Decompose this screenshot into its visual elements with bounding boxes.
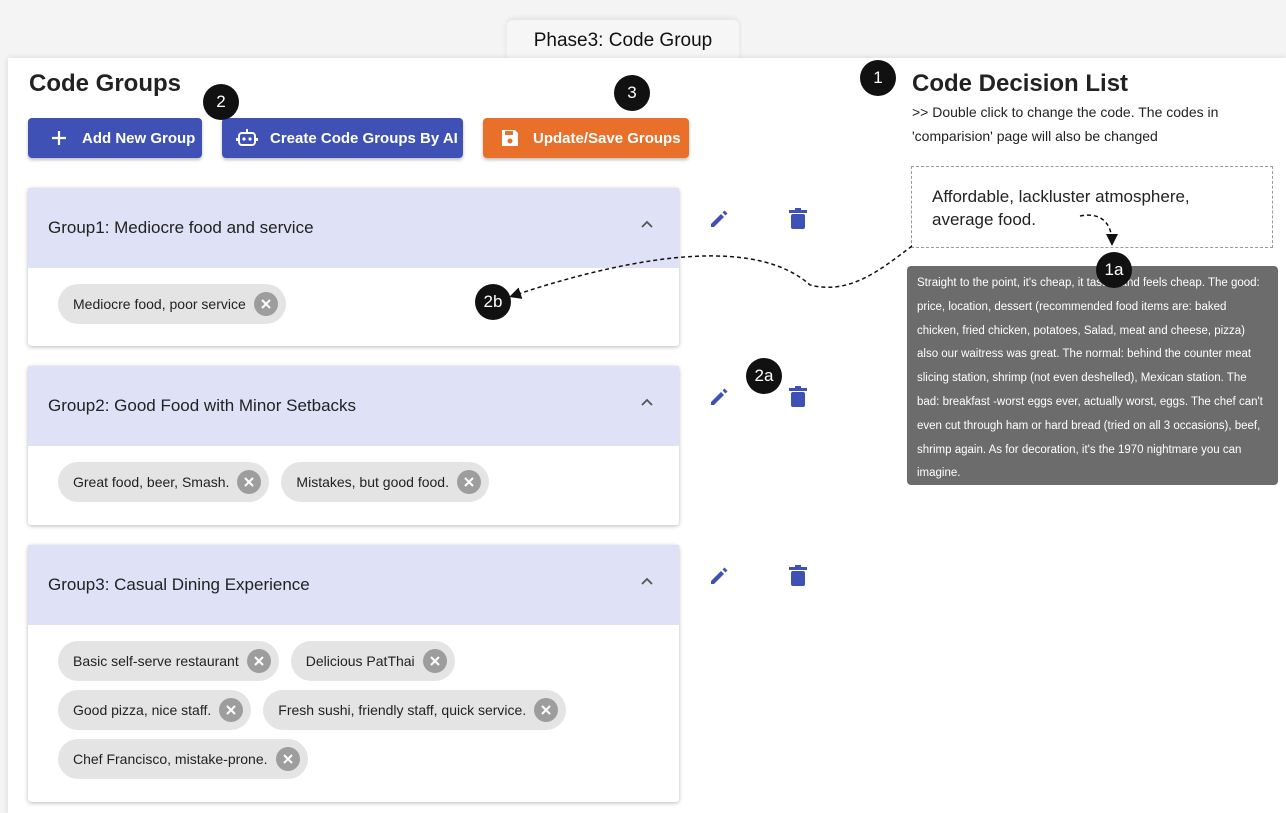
group-title-3: Group3: Casual Dining Experience [48,575,310,594]
plus-icon [48,127,70,149]
robot-icon [236,127,258,149]
code-groups-title: Code Groups [29,70,182,97]
code-chip[interactable]: Delicious PatThai [290,641,455,681]
edit-icon[interactable] [707,207,731,231]
chip-label: Chef Francisco, mistake-prone. [73,751,268,767]
chip-label: Basic self-serve restaurant [73,653,239,669]
annotation-badge-1a: 1a [1096,252,1132,288]
save-icon [499,127,521,149]
code-chip[interactable]: Basic self-serve restaurant [58,641,279,681]
chip-remove-icon[interactable] [422,649,447,673]
code-chip[interactable]: Fresh sushi, friendly staff, quick servi… [263,690,567,730]
create-code-groups-ai-button[interactable]: Create Code Groups By AI [222,118,463,158]
update-save-groups-button[interactable]: Update/Save Groups [483,118,689,158]
code-chip[interactable]: Mistakes, but good food. [281,462,489,502]
chip-label: Great food, beer, Smash. [73,474,230,490]
group-title-1: Group1: Mediocre food and service [48,218,314,237]
tab-phase3[interactable]: Phase3: Code Group [507,20,739,62]
chip-remove-icon[interactable] [456,470,481,494]
group-card-1: Group1: Mediocre food and service Medioc… [28,188,679,346]
code-chip[interactable]: Chef Francisco, mistake-prone. [58,739,308,779]
add-new-group-label: Add New Group [82,129,196,147]
code-chip[interactable]: Good pizza, nice staff. [58,690,252,730]
review-tooltip: Straight to the point, it's cheap, it ta… [907,266,1278,485]
code-decision-list-title: Code Decision List [912,70,1129,97]
delete-icon[interactable] [786,385,810,409]
decision-code-text: Affordable, lackluster atmosphere, avera… [932,187,1190,229]
chip-label: Good pizza, nice staff. [73,702,212,718]
phase-tab-label: Phase3: Code Group [533,30,713,51]
annotation-badge-3: 3 [614,75,650,111]
group-card-2: Group2: Good Food with Minor Setbacks Gr… [28,366,679,525]
add-new-group-button[interactable]: Add New Group [28,118,202,158]
group-header-1[interactable]: Group1: Mediocre food and service [28,188,679,268]
group-card-3: Group3: Casual Dining Experience Basic s… [28,545,679,802]
group-header-3[interactable]: Group3: Casual Dining Experience [28,545,679,625]
delete-icon[interactable] [786,207,810,231]
code-decision-item[interactable]: Affordable, lackluster atmosphere, avera… [911,166,1273,248]
edit-icon[interactable] [707,564,731,588]
group-header-2[interactable]: Group2: Good Food with Minor Setbacks [28,366,679,446]
chip-remove-icon[interactable] [246,649,271,673]
chevron-up-icon[interactable] [639,573,655,589]
annotation-badge-1: 1 [860,60,896,96]
chip-remove-icon[interactable] [253,292,278,316]
annotation-badge-2b: 2b [475,284,511,320]
update-save-groups-label: Update/Save Groups [533,129,681,147]
group-title-2: Group2: Good Food with Minor Setbacks [48,396,357,415]
code-decision-note: >> Double click to change the code. The … [912,104,1219,144]
chip-label: Mediocre food, poor service [73,296,246,312]
chip-label: Delicious PatThai [305,653,415,669]
code-chip[interactable]: Mediocre food, poor service [58,284,286,324]
annotation-badge-2a: 2a [746,358,782,394]
chip-remove-icon[interactable] [275,747,300,771]
delete-icon[interactable] [786,564,810,588]
code-chip[interactable]: Great food, beer, Smash. [58,462,270,502]
create-code-groups-ai-label: Create Code Groups By AI [270,129,458,147]
chip-remove-icon[interactable] [219,698,244,722]
edit-icon[interactable] [707,385,731,409]
chip-label: Mistakes, but good food. [296,474,449,490]
annotation-badge-2: 2 [203,84,239,120]
chip-remove-icon[interactable] [534,698,559,722]
chip-remove-icon[interactable] [237,470,262,494]
chip-label: Fresh sushi, friendly staff, quick servi… [278,702,527,718]
chevron-up-icon[interactable] [639,394,655,410]
chevron-up-icon[interactable] [639,216,655,232]
